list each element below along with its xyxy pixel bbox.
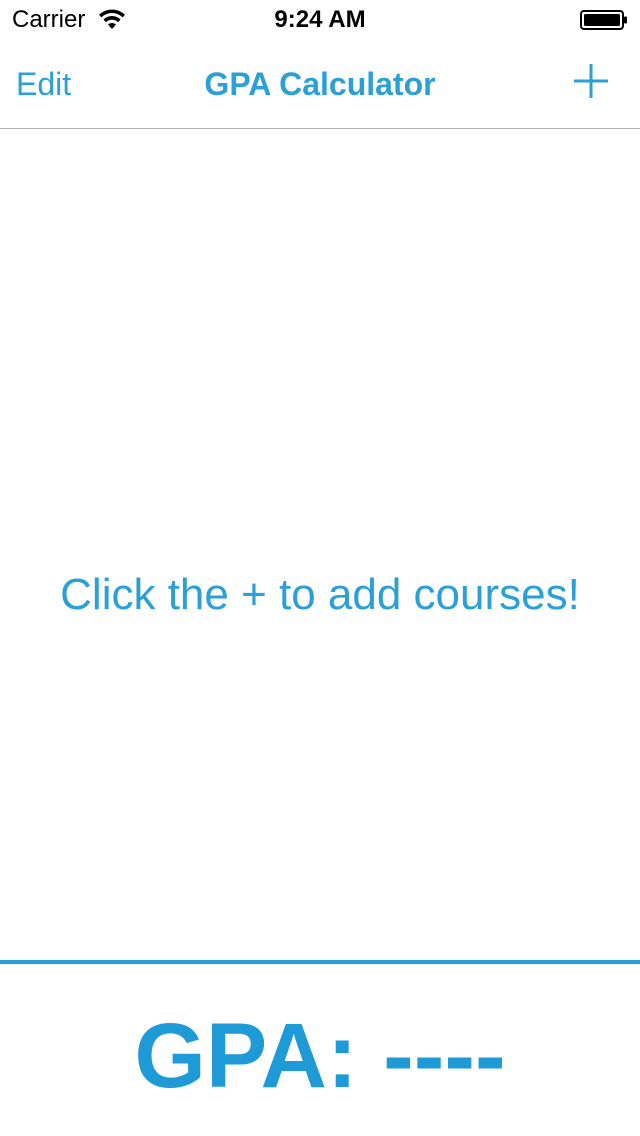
course-list-area[interactable]: Click the + to add courses!: [0, 129, 640, 960]
status-time: 9:24 AM: [274, 6, 366, 33]
gpa-value: GPA: ----: [134, 1005, 506, 1107]
page-title: GPA Calculator: [204, 66, 436, 102]
navigation-bar: Edit GPA Calculator: [0, 40, 640, 129]
battery-icon: [580, 10, 628, 30]
gpa-footer: GPA: ----: [0, 964, 640, 1136]
empty-state-message: Click the + to add courses!: [60, 570, 580, 619]
add-course-button[interactable]: [572, 62, 610, 100]
status-bar: Carrier 9:24 AM: [0, 0, 640, 40]
edit-button[interactable]: Edit: [16, 66, 71, 102]
gpa-calculator-screen: Carrier 9:24 AM Edit GPA Calculator Clic…: [0, 0, 640, 1136]
plus-icon: [574, 64, 608, 98]
